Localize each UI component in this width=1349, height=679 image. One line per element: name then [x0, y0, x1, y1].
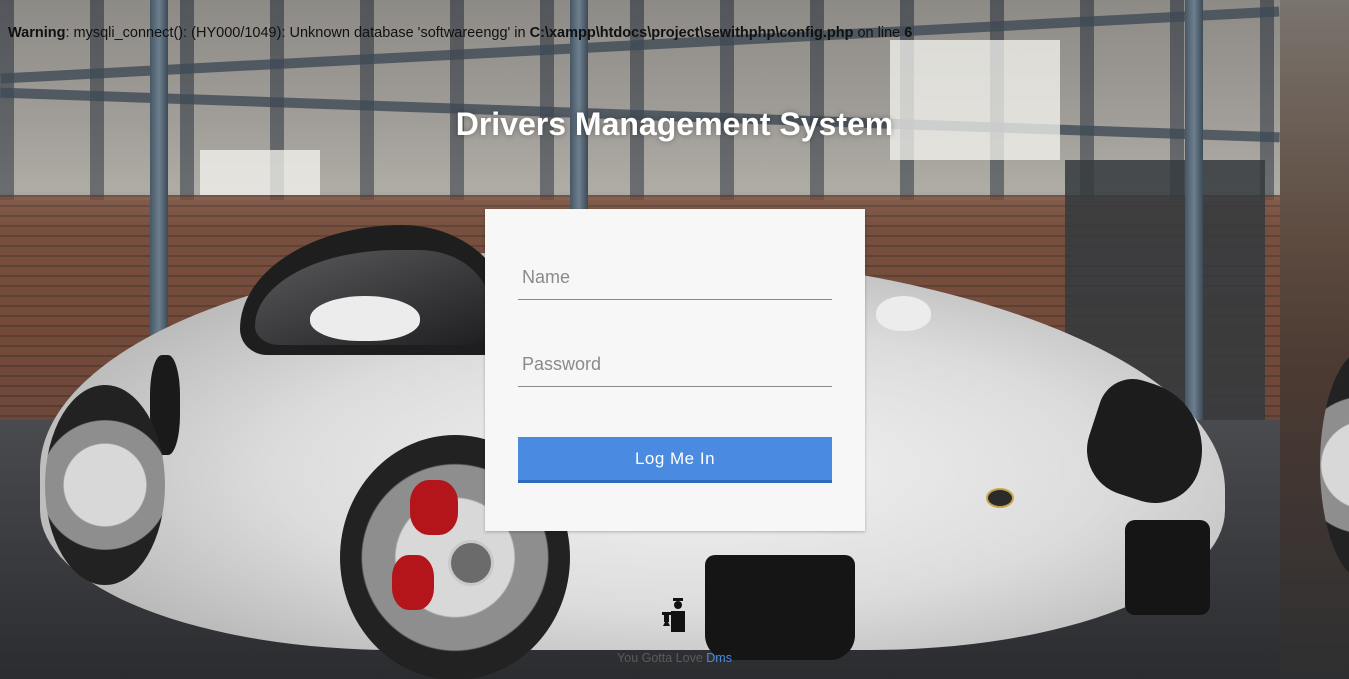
warning-line-text: on line	[853, 25, 905, 41]
car-grille	[705, 555, 855, 660]
name-input[interactable]	[518, 256, 832, 300]
warning-message: : mysqli_connect(): (HY000/1049): Unknow…	[65, 25, 530, 41]
footer-link[interactable]: Dms	[706, 651, 732, 665]
warning-path: C:\xampp\htdocs\project\sewithphp\config…	[529, 25, 854, 41]
brake-caliper	[392, 555, 434, 610]
car-wheel	[45, 385, 165, 585]
php-warning: Warning: mysqli_connect(): (HY000/1049):…	[8, 25, 912, 41]
wheel-hub	[448, 540, 494, 586]
car-mirror	[310, 296, 420, 341]
car-wheel	[1320, 350, 1349, 580]
window-light	[200, 150, 320, 195]
driver-icon	[662, 598, 685, 632]
car-grille	[1125, 520, 1210, 615]
warning-label: Warning	[8, 25, 66, 41]
login-button[interactable]: Log Me In	[518, 437, 832, 483]
footer-text: You Gotta Love	[617, 651, 707, 665]
login-form: Log Me In	[485, 209, 865, 531]
warning-line-number: 6	[904, 25, 913, 41]
car-badge	[986, 488, 1014, 508]
brake-caliper	[410, 480, 458, 535]
footer: You Gotta Love Dms	[0, 651, 1349, 665]
background-image-repeat	[1280, 0, 1349, 679]
steel-pillar	[1185, 0, 1203, 430]
page-title: Drivers Management System	[455, 106, 894, 142]
password-input[interactable]	[518, 343, 832, 387]
car-mirror	[876, 296, 931, 331]
